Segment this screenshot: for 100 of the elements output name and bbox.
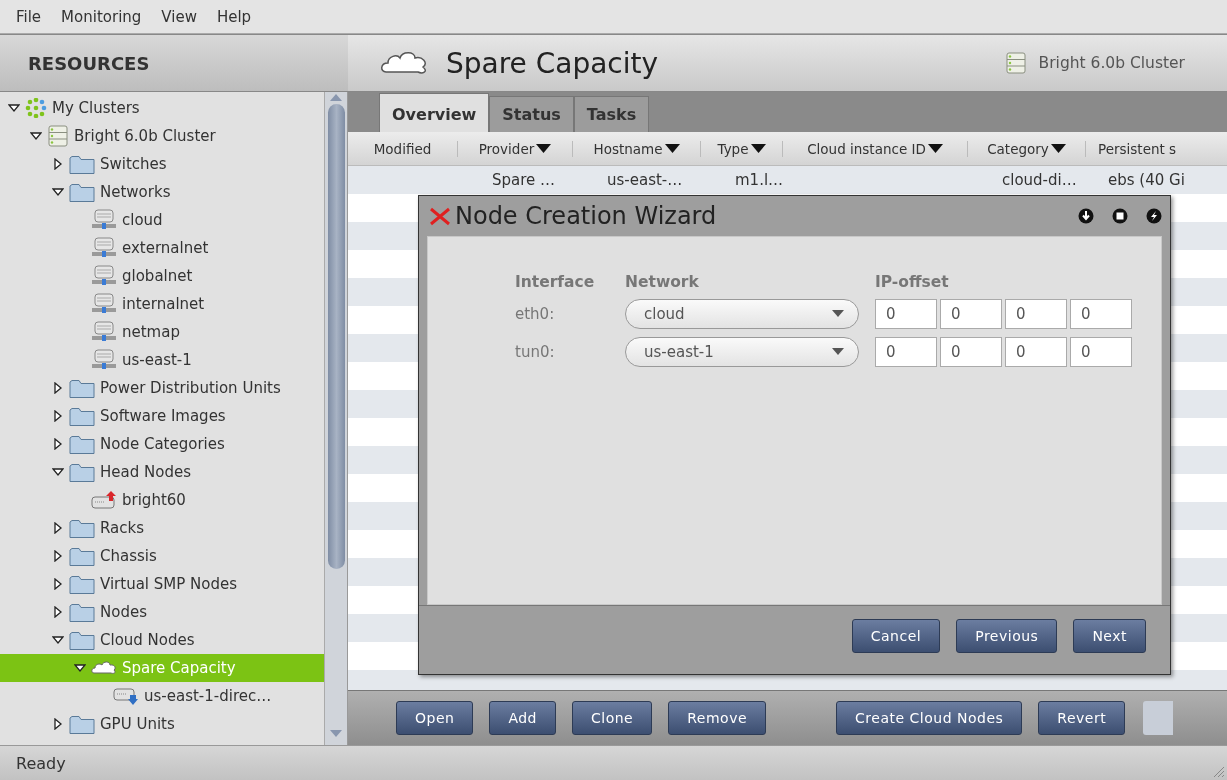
node-icon bbox=[113, 686, 139, 706]
folder-icon bbox=[69, 601, 95, 623]
table-cell: us-east-… bbox=[607, 171, 683, 189]
ip-offset-field[interactable]: 0 bbox=[875, 337, 937, 367]
ip-offset-field[interactable]: 0 bbox=[1070, 337, 1132, 367]
tree-item[interactable]: Switches bbox=[0, 150, 324, 178]
expand-arrow-icon[interactable] bbox=[52, 578, 64, 590]
expand-arrow-icon[interactable] bbox=[52, 410, 64, 422]
tree-item[interactable]: internalnet bbox=[0, 290, 324, 318]
column-heading: Interface bbox=[515, 273, 596, 291]
wizard-button[interactable]: Next bbox=[1073, 619, 1146, 653]
table-row[interactable]: Spare … us-east-… m1.l… cloud-di… ebs (40 Gi bbox=[348, 166, 1227, 194]
tab[interactable]: Status bbox=[489, 96, 574, 132]
minimize-icon[interactable] bbox=[1078, 208, 1094, 224]
network-icon bbox=[91, 209, 117, 231]
collapse-arrow-icon[interactable] bbox=[52, 186, 64, 198]
status-text: Ready bbox=[16, 753, 66, 773]
column-header[interactable]: Modified bbox=[373, 140, 432, 157]
ip-offset-field[interactable]: 0 bbox=[875, 299, 937, 329]
action-button[interactable]: Open bbox=[396, 701, 474, 735]
folder-icon bbox=[69, 153, 95, 175]
filter-arrow-icon[interactable] bbox=[750, 144, 766, 153]
network-dropdown[interactable]: us-east-1 bbox=[625, 337, 859, 367]
cluster-icon bbox=[25, 98, 47, 118]
action-button[interactable]: Create Cloud Nodes bbox=[836, 701, 1023, 735]
collapse-arrow-icon[interactable] bbox=[52, 634, 64, 646]
folder-icon bbox=[69, 517, 95, 539]
expand-arrow-icon[interactable] bbox=[52, 382, 64, 394]
expand-arrow-icon[interactable] bbox=[52, 718, 64, 730]
menu-item[interactable]: Help bbox=[208, 5, 260, 28]
page-title: Spare Capacity bbox=[446, 46, 660, 80]
filter-arrow-icon[interactable] bbox=[927, 144, 943, 153]
tree-item[interactable]: Nodes bbox=[0, 598, 324, 626]
menu-item[interactable]: View bbox=[153, 5, 205, 28]
column-header[interactable]: Persistent s bbox=[1098, 140, 1177, 157]
filter-arrow-icon[interactable] bbox=[536, 144, 552, 153]
network-dropdown[interactable]: cloud bbox=[625, 299, 859, 329]
tree-item[interactable]: Head Nodes bbox=[0, 458, 324, 486]
menu-item[interactable]: File bbox=[8, 5, 50, 28]
expand-arrow-icon[interactable] bbox=[52, 522, 64, 534]
folder-icon bbox=[69, 573, 95, 595]
column-header[interactable]: Provider bbox=[478, 140, 535, 157]
tree-item[interactable]: Bright 6.0b Cluster bbox=[0, 122, 324, 150]
tree-item[interactable]: Racks bbox=[0, 514, 324, 542]
wizard-button[interactable]: Previous bbox=[956, 619, 1058, 653]
filter-arrow-icon[interactable] bbox=[664, 144, 680, 153]
tree-item[interactable]: GPU Units bbox=[0, 710, 324, 738]
head-node-icon bbox=[91, 490, 117, 510]
column-header[interactable]: Type bbox=[717, 140, 749, 157]
column-header[interactable]: Category bbox=[987, 140, 1049, 157]
collapse-arrow-icon[interactable] bbox=[74, 662, 86, 674]
lightning-icon[interactable] bbox=[1146, 208, 1162, 224]
tree-item[interactable]: bright60 bbox=[0, 486, 324, 514]
collapse-arrow-icon[interactable] bbox=[30, 130, 42, 142]
expand-arrow-icon[interactable] bbox=[52, 438, 64, 450]
expand-arrow-icon[interactable] bbox=[52, 550, 64, 562]
filter-arrow-icon[interactable] bbox=[1050, 144, 1066, 153]
tree-item[interactable]: netmap bbox=[0, 318, 324, 346]
tree-item[interactable]: Power Distribution Units bbox=[0, 374, 324, 402]
tree-item[interactable]: Cloud Nodes bbox=[0, 626, 324, 654]
collapse-arrow-icon[interactable] bbox=[8, 102, 20, 114]
scrollbar-thumb[interactable] bbox=[327, 104, 345, 569]
action-button[interactable]: Revert bbox=[1038, 701, 1126, 735]
tree-item[interactable]: Virtual SMP Nodes bbox=[0, 570, 324, 598]
table-cell: cloud-di… bbox=[1002, 171, 1077, 189]
tab[interactable]: Tasks bbox=[573, 96, 650, 132]
tree-item[interactable]: globalnet bbox=[0, 262, 324, 290]
sidebar-title: RESOURCES bbox=[28, 52, 150, 74]
tree-item[interactable]: us-east-1 bbox=[0, 346, 324, 374]
wizard-button[interactable]: Cancel bbox=[851, 619, 941, 653]
tree-item[interactable]: My Clusters bbox=[0, 94, 324, 122]
tree-item[interactable]: us-east-1-direc… bbox=[0, 682, 324, 710]
network-icon bbox=[91, 265, 117, 287]
column-header[interactable]: Cloud instance ID bbox=[807, 140, 926, 157]
action-button[interactable]: Remove bbox=[668, 701, 767, 735]
maximize-icon[interactable] bbox=[1112, 208, 1128, 224]
action-button[interactable]: Add bbox=[489, 701, 556, 735]
network-icon bbox=[91, 349, 117, 371]
tree-item[interactable]: Networks bbox=[0, 178, 324, 206]
ip-offset-field[interactable]: 0 bbox=[1005, 337, 1067, 367]
collapse-arrow-icon[interactable] bbox=[52, 466, 64, 478]
interface-label: eth0: bbox=[515, 305, 556, 323]
column-heading: Network bbox=[625, 273, 700, 291]
column-header[interactable]: Hostname bbox=[593, 140, 663, 157]
tree-item[interactable]: cloud bbox=[0, 206, 324, 234]
expand-arrow-icon[interactable] bbox=[52, 158, 64, 170]
tree-item[interactable]: Software Images bbox=[0, 402, 324, 430]
tree-item[interactable]: Node Categories bbox=[0, 430, 324, 458]
ip-offset-field[interactable]: 0 bbox=[1070, 299, 1132, 329]
ip-offset-field[interactable]: 0 bbox=[940, 337, 1002, 367]
resize-grip-icon[interactable] bbox=[1211, 764, 1225, 778]
action-button[interactable]: Clone bbox=[572, 701, 653, 735]
menu-item[interactable]: Monitoring bbox=[53, 5, 150, 28]
tree-item[interactable]: externalnet bbox=[0, 234, 324, 262]
ip-offset-field[interactable]: 0 bbox=[1005, 299, 1067, 329]
tree-item[interactable]: Chassis bbox=[0, 542, 324, 570]
expand-arrow-icon[interactable] bbox=[52, 606, 64, 618]
ip-offset-field[interactable]: 0 bbox=[940, 299, 1002, 329]
network-icon bbox=[91, 321, 117, 343]
tab[interactable]: Overview bbox=[379, 93, 490, 132]
